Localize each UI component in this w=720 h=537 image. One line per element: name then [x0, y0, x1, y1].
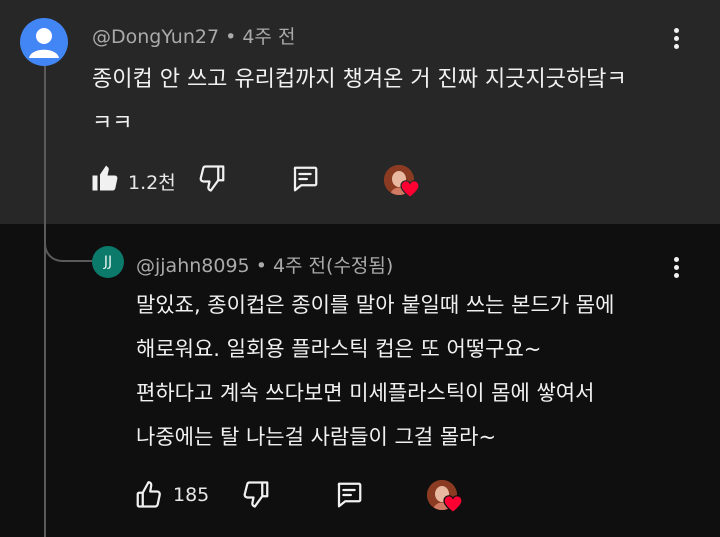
reply-line: 말있죠, 종이컵은 종이를 말아 붙일때 쓰는 본드가 몸에 — [136, 293, 615, 317]
user-avatar-icon — [29, 28, 59, 58]
reply-line: 해로워요. 일회용 플라스틱 컵은 또 어떻구요~ — [136, 337, 542, 361]
comment-line: 종이컵 안 쓰고 유리컵까지 챙겨온 거 진짜 지긋지긋하닼ㅋ — [92, 67, 627, 92]
dislike-icon[interactable] — [241, 480, 271, 510]
comment-time: 4주 전 — [242, 26, 296, 48]
comment-line: ㅋㅋ — [92, 111, 133, 136]
reply-line: 나중에는 탈 나는걸 사람들이 그걸 몰라~ — [136, 425, 497, 449]
separator-dot: • — [255, 255, 273, 277]
comment-header: @DongYun27 • 4주 전 — [92, 22, 295, 49]
avatar[interactable] — [20, 18, 68, 66]
like-outline-icon[interactable] — [134, 479, 164, 509]
reply-text: 말있죠, 종이컵은 종이를 말아 붙일때 쓰는 본드가 몸에 해로워요. 일회용… — [136, 283, 696, 459]
author-name[interactable]: @jjahn8095 — [136, 255, 250, 277]
avatar[interactable]: JJ — [92, 246, 124, 278]
like-count: 185 — [173, 484, 210, 506]
reply-line: 편하다고 계속 쓰다보면 미세플라스틱이 몸에 쌓여서 — [136, 381, 595, 405]
thread-line — [44, 66, 46, 537]
like-filled-icon[interactable] — [90, 163, 120, 193]
creator-heart-icon — [400, 180, 420, 198]
more-icon[interactable] — [666, 26, 686, 56]
reply-time: 4주 전(수정됨) — [272, 255, 394, 277]
avatar-initials: JJ — [103, 254, 113, 270]
separator-dot: • — [225, 26, 243, 48]
dislike-icon[interactable] — [197, 164, 227, 194]
creator-heart-icon — [443, 495, 463, 513]
author-name[interactable]: @DongYun27 — [92, 26, 219, 48]
reply-header: @jjahn8095 • 4주 전(수정됨) — [136, 251, 393, 278]
reply-icon[interactable] — [333, 480, 365, 510]
reply-icon[interactable] — [289, 164, 321, 194]
more-icon[interactable] — [666, 255, 686, 285]
like-count: 1.2천 — [128, 172, 176, 194]
thread-connector — [44, 228, 94, 262]
comment-text: 종이컵 안 쓰고 유리컵까지 챙겨온 거 진짜 지긋지긋하닼ㅋ ㅋㅋ — [92, 58, 682, 146]
